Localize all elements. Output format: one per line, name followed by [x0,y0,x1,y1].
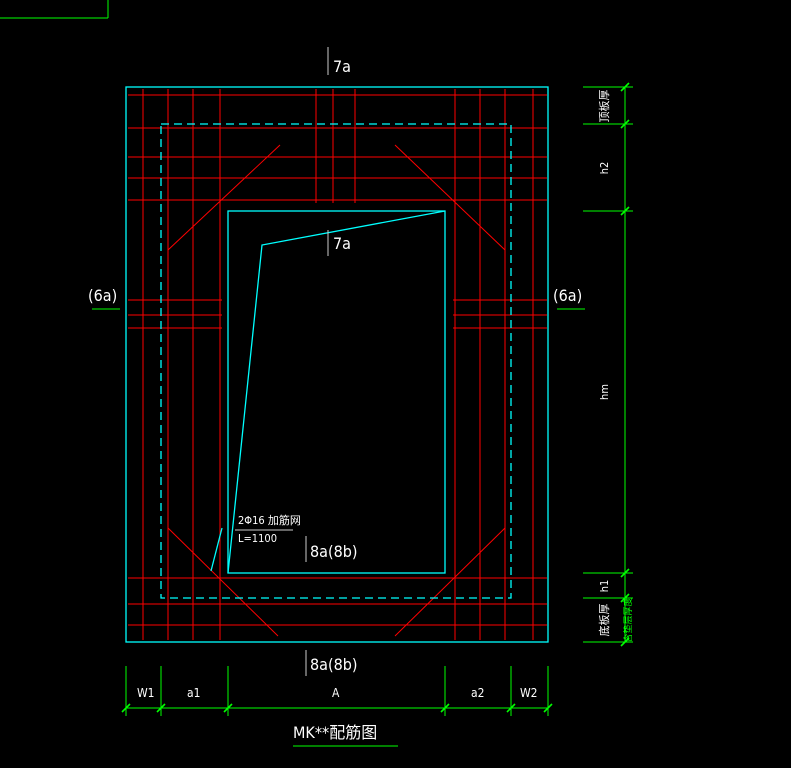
label-ticks [235,47,329,676]
dim-h1: h1 [598,580,611,593]
inner-rebar-label: 7a [333,234,351,253]
dim-w2: W2 [520,686,538,700]
dim-top-slab: 顶板厚 [597,90,611,123]
dim-hm: hm [598,384,611,400]
dim-w1: W1 [137,686,155,700]
frame-corner [0,0,109,19]
dim-a1: a1 [187,686,200,700]
dim-h2: h2 [598,162,611,175]
left-side-label: (6a) [88,286,117,305]
note-line-1: 2Φ16 加筋网 [238,513,301,527]
inner-bottom-label: 8a(8b) [310,542,358,561]
outer-bottom-label: 8a(8b) [310,655,358,674]
dim-bottom-slab: 底板厚 [597,604,611,637]
top-rebar-label: 7a [333,57,351,76]
drawing-title: MK**配筋图 [293,723,377,742]
dim-a2: a2 [471,686,484,700]
dim-green-note: 含垫层厚度 [622,597,634,642]
note-line-2: L=1100 [238,532,277,545]
right-side-label: (6a) [553,286,582,305]
reinforcement-drawing: 7a 7a (6a) (6a) 8a(8b) 8a(8b) MK**配筋图 2Φ… [0,0,634,747]
dim-a: A [332,686,340,700]
